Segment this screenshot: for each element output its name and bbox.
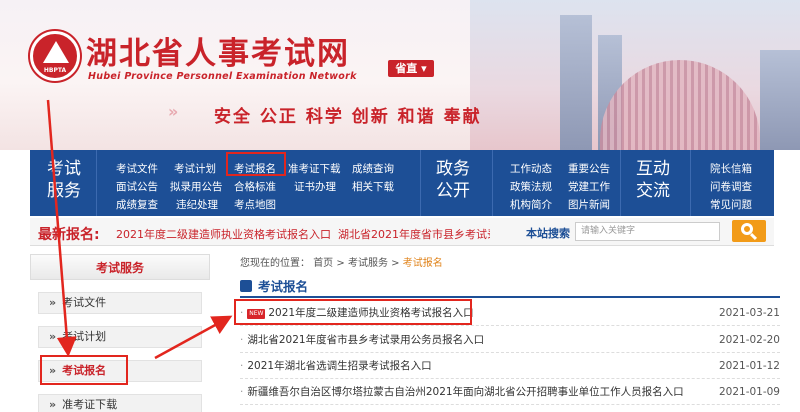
nav-link-score-review[interactable]: 成绩复查 bbox=[116, 198, 158, 212]
nav-link-interview-notice[interactable]: 面试公告 bbox=[116, 180, 158, 194]
bullet: · bbox=[240, 334, 244, 346]
list-item[interactable]: · 2021年湖北省选调生招录考试报名入口 2021-01-12 bbox=[240, 355, 780, 379]
search-label: 本站搜索 bbox=[526, 227, 570, 240]
tower-image bbox=[560, 15, 592, 150]
list-item[interactable]: · 新疆维吾尔自治区博尔塔拉蒙古自治州2021年面向湖北省公开招聘事业单位工作人员… bbox=[240, 381, 780, 405]
nav-link-downloads[interactable]: 相关下载 bbox=[352, 180, 394, 194]
nav-link-important-notice[interactable]: 重要公告 bbox=[568, 162, 610, 176]
search-input[interactable]: 请输入关键字 bbox=[575, 222, 720, 241]
sidebar-item-label: 考试计划 bbox=[62, 330, 107, 343]
latest-label: 最新报名: bbox=[38, 227, 100, 243]
list-item-date: 2021-03-21 bbox=[718, 307, 780, 319]
ticker-item[interactable]: 2021年度二级建造师执业资格考试报名入口 bbox=[116, 226, 331, 242]
slogan: 安全 公正 科学 创新 和谐 奉献 bbox=[214, 107, 482, 127]
tower-image bbox=[760, 50, 800, 150]
section-title: 考试报名 bbox=[240, 276, 308, 295]
sidebar-title: 考试服务 bbox=[30, 254, 210, 280]
nav-link-about[interactable]: 机构简介 bbox=[510, 198, 552, 212]
nav-category-exam: 考试 服务 bbox=[44, 158, 84, 202]
nav-link-violation[interactable]: 违纪处理 bbox=[176, 198, 218, 212]
nav-link-pass-standard[interactable]: 合格标准 bbox=[234, 180, 276, 194]
bullet: · bbox=[240, 386, 244, 398]
breadcrumb-sep: > bbox=[336, 258, 345, 269]
nav-link-exam-files[interactable]: 考试文件 bbox=[116, 162, 158, 176]
sidebar-item-exam-plan[interactable]: » 考试计划 bbox=[38, 326, 202, 348]
double-chevron-icon: » bbox=[49, 296, 57, 309]
main-nav: 考试 服务 政务 公开 互动 交流 考试文件 考试计划 考试报名 准考证下载 成… bbox=[30, 150, 774, 216]
site-subtitle: Hubei Province Personnel Examination Net… bbox=[88, 71, 357, 82]
highlight-box bbox=[234, 299, 472, 325]
province-switch-label: 省直 bbox=[395, 62, 418, 75]
breadcrumb-sep: > bbox=[391, 258, 400, 269]
logo-label: HBPTA bbox=[43, 67, 67, 74]
latest-registration-bar: 最新报名: 2021年度二级建造师执业资格考试报名入口 湖北省2021年度省市县… bbox=[30, 218, 774, 246]
ticker-item[interactable]: 湖北省2021年度省市县乡考试录 bbox=[338, 226, 490, 242]
list-item-date: 2021-01-09 bbox=[718, 386, 780, 398]
nav-link-photo-news[interactable]: 图片新闻 bbox=[568, 198, 610, 212]
section-title-label: 考试报名 bbox=[258, 279, 309, 294]
sidebar-item-label: 考试文件 bbox=[62, 296, 107, 309]
sidebar-item-exam-files[interactable]: » 考试文件 bbox=[38, 292, 202, 314]
nav-category-label: 互动 交流 bbox=[636, 159, 670, 201]
nav-link-admission-ticket[interactable]: 准考证下载 bbox=[288, 162, 341, 176]
nav-link-mailbox[interactable]: 院长信箱 bbox=[710, 162, 752, 176]
highlight-box bbox=[40, 355, 128, 385]
sidebar-item-label: 准考证下载 bbox=[62, 398, 118, 411]
bullet: · bbox=[240, 360, 244, 372]
nav-link-exam-plan[interactable]: 考试计划 bbox=[174, 162, 216, 176]
nav-category-interact: 互动 交流 bbox=[628, 158, 678, 202]
nav-link-certificate[interactable]: 证书办理 bbox=[294, 180, 336, 194]
nav-link-exam-map[interactable]: 考点地图 bbox=[234, 198, 276, 212]
nav-link-policy[interactable]: 政策法规 bbox=[510, 180, 552, 194]
nav-category-label: 考试 服务 bbox=[47, 159, 81, 201]
nav-link-work-news[interactable]: 工作动态 bbox=[510, 162, 552, 176]
search-button[interactable] bbox=[732, 220, 766, 242]
list-item-date: 2021-01-12 bbox=[718, 360, 780, 372]
double-chevron-icon: » bbox=[49, 330, 57, 343]
double-chevron-icon: » bbox=[49, 398, 57, 411]
nav-link-faq[interactable]: 常见问题 bbox=[710, 198, 752, 212]
nav-link-score-query[interactable]: 成绩查询 bbox=[352, 162, 394, 176]
nav-link-hire-notice[interactable]: 拟录用公告 bbox=[170, 180, 223, 194]
sidebar: 考试服务 » 考试文件 » 考试计划 » 考试报名 » 准考证下载 bbox=[30, 254, 210, 412]
breadcrumb-home[interactable]: 首页 bbox=[313, 258, 333, 269]
breadcrumb-level1[interactable]: 考试服务 bbox=[348, 258, 388, 269]
site-title[interactable]: 湖北省人事考试网 bbox=[86, 28, 350, 73]
highlight-box bbox=[226, 152, 286, 176]
site-logo-icon[interactable]: HBPTA bbox=[30, 31, 80, 81]
section-divider bbox=[240, 296, 780, 298]
list-item-title[interactable]: 2021年湖北省选调生招录考试报名入口 bbox=[247, 360, 431, 372]
list-item-date: 2021-02-20 bbox=[718, 334, 780, 346]
breadcrumb-current: 考试报名 bbox=[402, 258, 443, 269]
double-chevron-icon: » bbox=[168, 102, 179, 121]
sidebar-item-admission-ticket[interactable]: » 准考证下载 bbox=[38, 394, 202, 412]
list-item-title[interactable]: 新疆维吾尔自治区博尔塔拉蒙古自治州2021年面向湖北省公开招聘事业单位工作人员报… bbox=[247, 386, 683, 398]
breadcrumb: 您现在的位置： 首页 > 考试服务 > 考试报名 bbox=[240, 254, 443, 269]
nav-link-party[interactable]: 党建工作 bbox=[568, 180, 610, 194]
province-switch-button[interactable]: 省直 ▾ bbox=[388, 60, 434, 77]
nav-link-survey[interactable]: 问卷调查 bbox=[710, 180, 752, 194]
layers-icon bbox=[240, 280, 252, 292]
list-item[interactable]: · 湖北省2021年度省市县乡考试录用公务员报名入口 2021-02-20 bbox=[240, 329, 780, 353]
breadcrumb-prefix: 您现在的位置： bbox=[240, 258, 310, 269]
list-item-title[interactable]: 湖北省2021年度省市县乡考试录用公务员报名入口 bbox=[247, 334, 484, 346]
nav-category-gov: 政务 公开 bbox=[428, 158, 478, 202]
nav-category-label: 政务 公开 bbox=[436, 159, 470, 201]
site-header: HBPTA 湖北省人事考试网 Hubei Province Personnel … bbox=[0, 0, 800, 150]
